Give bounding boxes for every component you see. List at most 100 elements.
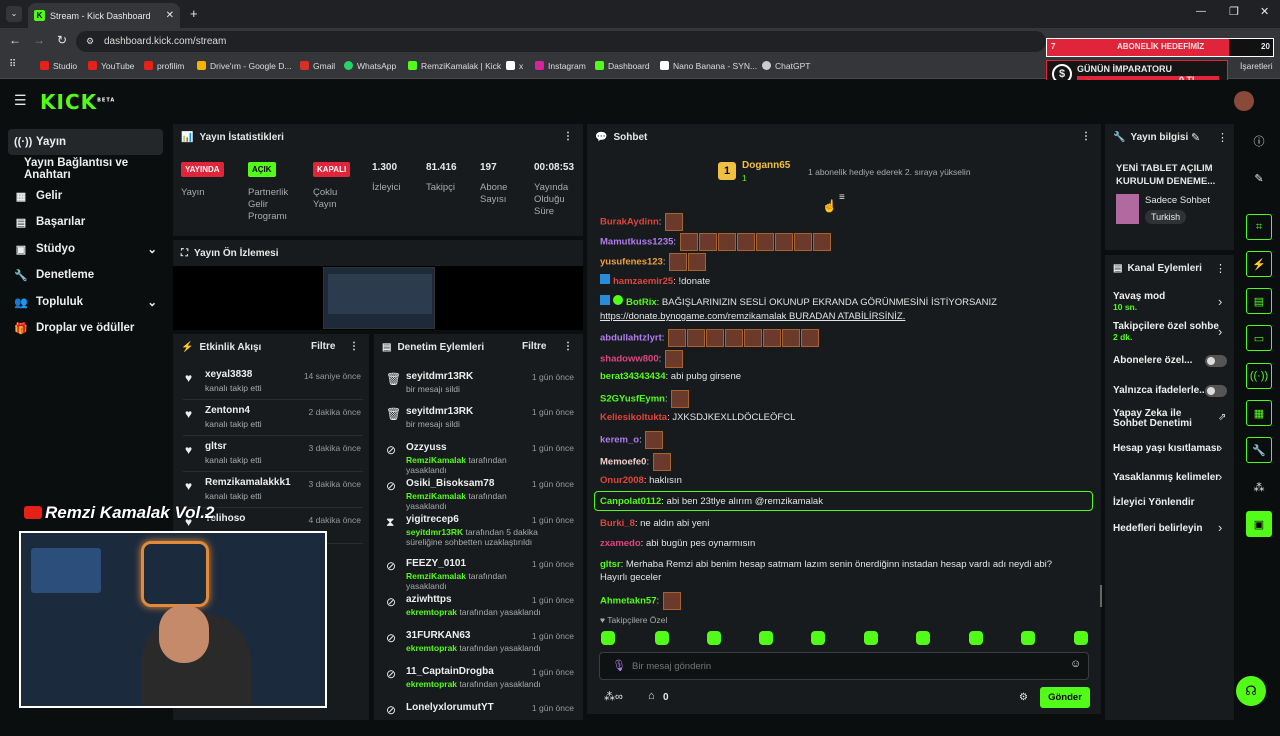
moderation-filter-button[interactable]: Filtre	[522, 341, 546, 352]
browser-tab[interactable]: K Stream - Kick Dashboard ✕	[28, 3, 180, 28]
restore-icon[interactable]: ❐	[1229, 5, 1239, 18]
moderated-user[interactable]: Ozzyuss	[406, 442, 447, 453]
subscribers-only-toggle[interactable]	[1205, 355, 1227, 367]
chat-emote[interactable]	[679, 233, 698, 251]
moderated-user[interactable]: FEEZY_0101	[406, 558, 466, 569]
sidebar-item-community[interactable]: 👥 Topluluk ⌄	[8, 289, 163, 315]
chat-emote[interactable]	[801, 329, 820, 347]
action-set-goals[interactable]: Hedefleri belirleyin	[1113, 523, 1202, 534]
moderated-user[interactable]: seyitdmr13RK	[406, 406, 473, 417]
tab-close-icon[interactable]: ✕	[166, 10, 174, 21]
moderated-user[interactable]: LonelyxlorumutYT	[406, 702, 494, 713]
bookmark-studio[interactable]: Studio	[40, 61, 77, 71]
reload-icon[interactable]: ↻	[57, 33, 67, 47]
bookmark-chatgpt[interactable]: ChatGPT	[762, 61, 810, 71]
quick-emote[interactable]	[916, 631, 930, 645]
bookmark-whatsapp[interactable]: WhatsApp	[344, 61, 396, 71]
sidebar-item-studio[interactable]: ▣ Stüdyo ⌄	[8, 236, 163, 262]
lightning-icon[interactable]: ⚡	[1246, 251, 1272, 277]
moderated-user[interactable]: 11_CaptainDrogba	[406, 666, 494, 677]
action-ai-moderation[interactable]: Yapay Zeka ile Sohbet Denetimi	[1113, 409, 1205, 429]
emoji-picker-icon[interactable]: ☺	[1070, 658, 1081, 670]
moderator-name[interactable]: seyitdmr13RK	[406, 527, 463, 537]
sidebar-item-moderation[interactable]: 🔧 Denetleme	[8, 262, 163, 288]
sidebar-item-stream-key[interactable]: Yayın Bağlantısı ve Anahtarı	[8, 156, 163, 182]
category-name[interactable]: Sadece Sohbet	[1145, 195, 1210, 206]
chat-emote[interactable]	[812, 233, 831, 251]
other-bookmarks[interactable]: İşaretleri	[1240, 61, 1273, 71]
send-button[interactable]: Gönder	[1040, 687, 1090, 708]
chat-username[interactable]: hamzaemir25	[613, 276, 673, 287]
chat-username[interactable]: gltsr	[600, 559, 621, 570]
moderator-name[interactable]: RemziKamalak	[406, 491, 466, 501]
chat-emote[interactable]	[669, 253, 688, 271]
chat-username[interactable]: kerem_o	[600, 435, 639, 446]
apps-icon[interactable]: ⠿	[9, 59, 16, 70]
chat-username[interactable]: yusufenes123	[600, 257, 663, 268]
chat-username[interactable]: zxamedo	[600, 538, 641, 549]
chat-input[interactable]: 🎙 ☺	[599, 652, 1089, 680]
chevron-right-icon[interactable]: ›	[1218, 440, 1222, 455]
chat-username[interactable]: BotRix	[626, 297, 657, 308]
quick-emote[interactable]	[707, 631, 721, 645]
crop-icon[interactable]: ⌗	[1246, 214, 1272, 240]
pencil-icon[interactable]: ✎	[1246, 165, 1272, 191]
store-icon[interactable]: ⌂	[648, 690, 655, 702]
site-info-icon[interactable]: ⚙	[86, 31, 94, 52]
support-icon[interactable]: ☊	[1236, 676, 1266, 706]
moderated-user[interactable]: Osiki_Bisoksam78	[406, 478, 494, 489]
quick-emote[interactable]	[969, 631, 983, 645]
chat-username[interactable]: shadoww800	[600, 354, 659, 365]
chat-username[interactable]: berat34343434	[600, 371, 666, 382]
chat-username[interactable]: Burki_8	[600, 518, 635, 529]
chat-message-input[interactable]	[632, 658, 1052, 674]
chat-emote[interactable]	[717, 233, 736, 251]
chat-username[interactable]: BurakAydinn	[600, 217, 659, 228]
action-slow-mode[interactable]: Yavaş mod 10 sn.	[1113, 291, 1165, 312]
more-options-icon[interactable]: ⋮	[563, 341, 573, 352]
chat-emote[interactable]	[645, 431, 664, 449]
bookmark-x[interactable]: x	[506, 61, 523, 71]
chat-emote[interactable]	[671, 390, 690, 408]
chat-emote[interactable]	[744, 329, 763, 347]
bookmark-gmail[interactable]: Gmail	[300, 61, 335, 71]
more-options-icon[interactable]: ⋮	[563, 131, 573, 142]
chat-emote[interactable]	[793, 233, 812, 251]
chat-emote[interactable]	[774, 233, 793, 251]
chevron-right-icon[interactable]: ›	[1218, 324, 1222, 339]
chat-emote[interactable]	[755, 233, 774, 251]
quick-emote[interactable]	[655, 631, 669, 645]
chat-emote[interactable]	[698, 233, 717, 251]
chat-emote[interactable]	[782, 329, 801, 347]
broadcast-icon[interactable]: ((·))	[1246, 363, 1272, 389]
chat-username[interactable]: Ahmetakn57	[600, 596, 657, 607]
hamburger-menu-icon[interactable]: ☰	[14, 92, 27, 109]
chat-settings-icon[interactable]: ⚙	[1019, 692, 1028, 703]
sidebar-item-revenue[interactable]: ▦ Gelir	[8, 183, 163, 209]
quick-emote[interactable]	[1074, 631, 1088, 645]
chat-emote[interactable]	[688, 253, 707, 271]
store-icon[interactable]: ▦	[1246, 400, 1272, 426]
activity-filter-button[interactable]: Filtre	[311, 341, 335, 352]
user-avatar[interactable]	[1234, 91, 1254, 111]
moderated-user[interactable]: 31FURKAN63	[406, 630, 470, 641]
moderator-name[interactable]: RemziKamalak	[406, 571, 466, 581]
points-icon[interactable]: ⁂	[1246, 474, 1272, 500]
chat-filter-icon[interactable]: ≡	[839, 192, 845, 203]
action-raid[interactable]: İzleyici Yönlendir	[1113, 497, 1195, 508]
chat-emote[interactable]	[725, 329, 744, 347]
chat-emote[interactable]	[687, 329, 706, 347]
chevron-right-icon[interactable]: ›	[1218, 520, 1222, 535]
chat-username[interactable]: Onur2008	[600, 475, 644, 486]
chat-emote[interactable]	[763, 329, 782, 347]
more-options-icon[interactable]: ⋮	[1215, 262, 1226, 275]
quick-emote[interactable]	[759, 631, 773, 645]
chat-emote[interactable]	[662, 592, 681, 610]
quick-emote[interactable]	[1021, 631, 1035, 645]
quick-emote[interactable]	[811, 631, 825, 645]
chat-emote[interactable]	[652, 453, 671, 471]
chevron-right-icon[interactable]: ›	[1218, 469, 1222, 484]
channel-points-icon[interactable]: ⁂∞	[604, 690, 623, 703]
chat-emote[interactable]	[706, 329, 725, 347]
wrench-icon[interactable]: 🔧	[1246, 437, 1272, 463]
